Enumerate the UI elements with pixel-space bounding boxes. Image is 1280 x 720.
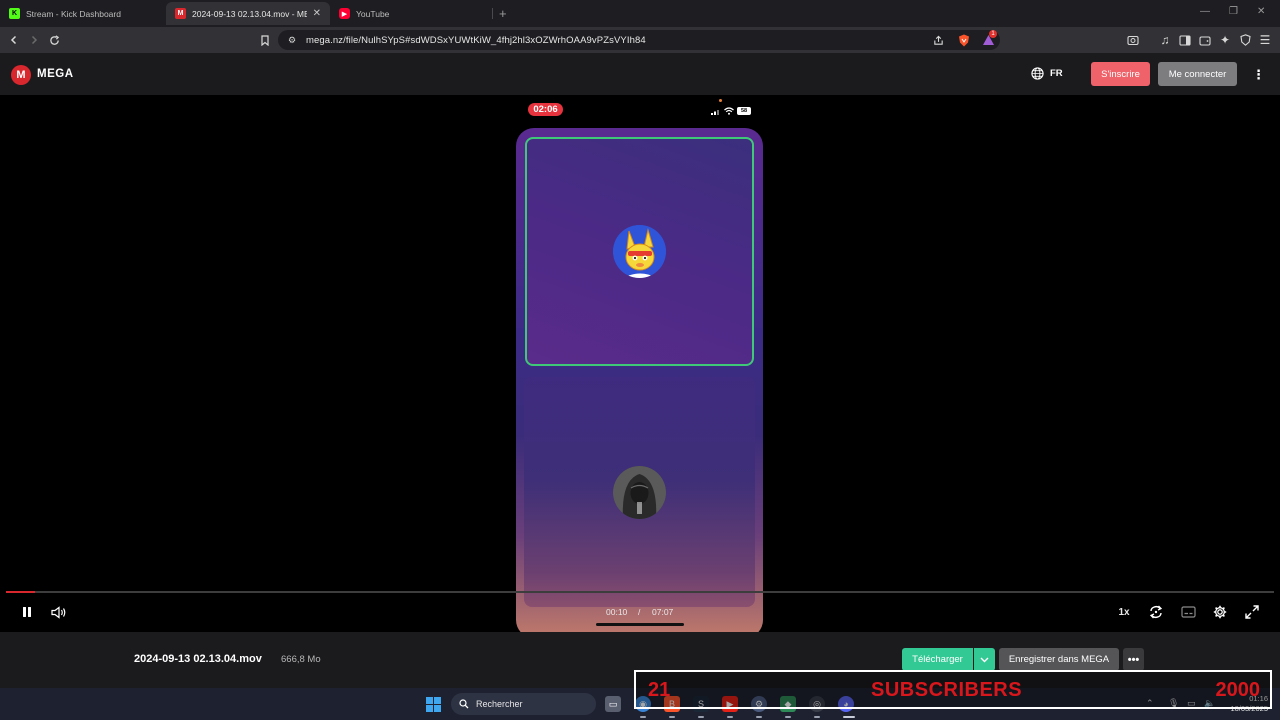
loop-icon[interactable]	[1147, 604, 1165, 620]
running-indicator	[698, 716, 704, 718]
language-selector[interactable]: FR	[1031, 67, 1063, 80]
subscriber-goal-overlay: 21 SUBSCRIBERS 2000	[634, 670, 1272, 709]
media-icon[interactable]: ♫	[1157, 32, 1173, 48]
subscriber-label: SUBSCRIBERS	[871, 679, 1023, 701]
site-info-icon[interactable]: ⚙	[284, 32, 300, 48]
participant-avatar-hooded	[613, 466, 666, 519]
phone-home-indicator	[596, 623, 684, 626]
battery-icon: 58	[737, 107, 751, 115]
pause-icon[interactable]	[19, 604, 35, 620]
settings-icon[interactable]	[1211, 604, 1229, 620]
volume-icon[interactable]	[50, 604, 68, 620]
youtube-icon: ▶	[339, 8, 350, 19]
video-player[interactable]: 02:06 58 00:10 / 07:07 1x	[0, 95, 1280, 632]
mic-indicator-dot	[719, 99, 722, 102]
url-text: mega.nz/file/NulhSYpS#sdWDSxYUWtKiW_4fhj…	[306, 34, 646, 46]
login-button[interactable]: Me connecter	[1158, 62, 1237, 86]
tab-mega-file[interactable]: M 2024-09-13 02.13.04.mov - MEG ✕	[166, 2, 330, 25]
task-view-icon[interactable]: ▭	[605, 696, 621, 712]
current-time: 00:10	[606, 607, 628, 617]
sidebar-icon[interactable]	[1177, 32, 1193, 48]
tab-kick-dashboard[interactable]: K Stream - Kick Dashboard	[0, 2, 166, 25]
fullscreen-icon[interactable]	[1243, 604, 1261, 620]
brave-rewards-icon[interactable]: 1	[980, 30, 997, 48]
vpn-icon[interactable]	[1237, 32, 1253, 48]
subscriber-count: 21	[648, 679, 671, 701]
mega-logo-icon[interactable]: M	[11, 65, 31, 85]
search-placeholder: Rechercher	[476, 699, 523, 709]
running-indicator	[785, 716, 791, 718]
seek-bar[interactable]	[6, 591, 1274, 593]
phone-status-icons: 58	[711, 107, 751, 115]
tab-divider	[492, 8, 493, 19]
wifi-icon	[724, 107, 734, 115]
windows-start-icon[interactable]	[426, 697, 441, 712]
address-bar[interactable]: ⚙ mega.nz/file/NulhSYpS#sdWDSxYUWtKiW_4f…	[278, 30, 1000, 50]
search-icon	[459, 699, 469, 709]
reload-icon[interactable]	[46, 32, 62, 48]
tab-title: 2024-09-13 02.13.04.mov - MEG	[192, 8, 307, 19]
language-code: FR	[1050, 68, 1063, 79]
subscriber-goal: 2000	[1215, 679, 1261, 701]
download-button[interactable]: Télécharger	[902, 648, 973, 671]
browser-toolbar: ⚙ mega.nz/file/NulhSYpS#sdWDSxYUWtKiW_4f…	[0, 27, 1280, 53]
mega-logo-text[interactable]: MEGA	[37, 68, 74, 80]
running-indicator	[669, 716, 675, 718]
browser-tab-strip: K Stream - Kick Dashboard M 2024-09-13 0…	[0, 0, 1280, 27]
leo-ai-icon[interactable]: ✦	[1217, 32, 1233, 48]
tab-youtube[interactable]: ▶ YouTube	[330, 2, 496, 25]
taskbar-search[interactable]: Rechercher	[451, 693, 596, 715]
forward-icon[interactable]	[26, 32, 42, 48]
running-indicator	[756, 716, 762, 718]
minimize-icon[interactable]: —	[1200, 6, 1210, 17]
more-options-icon[interactable]: ⋮	[1252, 67, 1265, 83]
file-size: 666,8 Mo	[281, 654, 321, 665]
duration: 07:07	[652, 607, 674, 617]
bookmark-icon[interactable]	[257, 32, 273, 48]
tab-title: YouTube	[356, 8, 390, 19]
signal-icon	[711, 109, 719, 115]
mega-icon: M	[175, 8, 186, 19]
tab-title: Stream - Kick Dashboard	[26, 8, 121, 19]
screenshot-icon[interactable]	[1125, 32, 1141, 48]
phone-status-clock: 02:06	[528, 103, 563, 116]
subtitles-icon[interactable]	[1179, 604, 1197, 620]
seek-progress	[6, 591, 36, 593]
share-icon[interactable]	[930, 32, 946, 48]
signup-button[interactable]: S'inscrire	[1091, 62, 1150, 86]
running-indicator	[727, 716, 733, 718]
mega-header: M MEGA FR S'inscrire Me connecter ⋮	[0, 53, 1280, 95]
file-name: 2024-09-13 02.13.04.mov	[134, 653, 262, 665]
more-actions-icon[interactable]: •••	[1123, 648, 1144, 671]
globe-icon	[1031, 67, 1044, 80]
notification-badge: 1	[989, 30, 997, 38]
active-indicator	[843, 716, 855, 718]
restore-icon[interactable]: ❐	[1229, 6, 1238, 17]
time-separator: /	[638, 607, 641, 617]
playback-speed-button[interactable]: 1x	[1114, 604, 1134, 620]
menu-icon[interactable]: ☰	[1257, 32, 1273, 48]
wallet-icon[interactable]	[1197, 32, 1213, 48]
kick-icon: K	[9, 8, 20, 19]
close-tab-icon[interactable]: ✕	[313, 8, 321, 19]
download-options-chevron-down-icon[interactable]	[974, 648, 995, 671]
back-icon[interactable]	[6, 32, 22, 48]
close-window-icon[interactable]: ✕	[1257, 6, 1265, 17]
new-tab-button[interactable]: +	[499, 6, 507, 21]
running-indicator	[814, 716, 820, 718]
participant-avatar-bunny	[613, 225, 666, 278]
running-indicator	[640, 716, 646, 718]
brave-shields-icon[interactable]	[956, 32, 972, 48]
save-to-mega-button[interactable]: Enregistrer dans MEGA	[999, 648, 1119, 671]
